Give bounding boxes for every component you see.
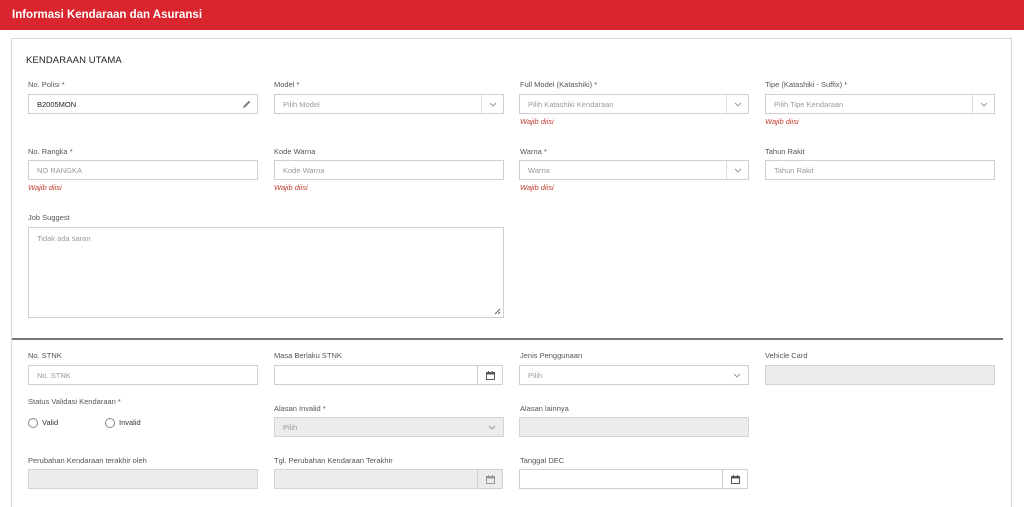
vehicle-card-label: Vehicle Card bbox=[765, 351, 808, 360]
tipe-label: Tipe (Katashiki - Suffix) * bbox=[765, 80, 848, 89]
chevron-down-icon bbox=[734, 102, 742, 107]
page-header: Informasi Kendaraan dan Asuransi bbox=[0, 0, 1024, 30]
no-rangka-label: No. Rangka * bbox=[28, 147, 73, 156]
full-model-placeholder: Pilih Katashiki Kendaraan bbox=[528, 100, 614, 109]
perubahan-oleh-label: Perubahan Kendaraan terakhir oleh bbox=[28, 456, 147, 465]
full-model-label: Full Model (Katashiki) * bbox=[520, 80, 598, 89]
full-model-hint: Wajib diisi bbox=[520, 117, 554, 126]
radio-invalid[interactable] bbox=[105, 418, 115, 428]
tipe-select[interactable]: Pilih Tipe Kendaraan bbox=[765, 94, 995, 114]
alasan-lainnya-field bbox=[519, 417, 749, 437]
kode-warna-input[interactable]: Kode Warna bbox=[274, 160, 504, 180]
alasan-lainnya-label: Alasan lainnya bbox=[520, 404, 569, 413]
tanggal-dec-calendar-button[interactable] bbox=[722, 469, 748, 489]
chevron-down-icon bbox=[489, 102, 497, 107]
calendar-icon bbox=[731, 475, 740, 484]
alasan-invalid-select: Pilih bbox=[274, 417, 504, 437]
no-rangka-input[interactable]: NO RANGKA bbox=[28, 160, 258, 180]
radio-invalid-label[interactable]: Invalid bbox=[119, 418, 141, 427]
alasan-invalid-placeholder: Pilih bbox=[283, 423, 298, 432]
section-divider bbox=[12, 338, 1003, 340]
full-model-select[interactable]: Pilih Katashiki Kendaraan bbox=[519, 94, 749, 114]
job-suggest-textarea[interactable]: Tidak ada saran bbox=[28, 227, 504, 318]
tahun-rakit-placeholder: Tahun Rakit bbox=[774, 166, 814, 175]
chevron-down-icon bbox=[488, 425, 496, 430]
no-stnk-placeholder: No. STNK bbox=[37, 371, 71, 380]
radio-valid-label[interactable]: Valid bbox=[42, 418, 58, 427]
jenis-penggunaan-dropdown-toggle[interactable] bbox=[726, 366, 748, 384]
chevron-down-icon bbox=[734, 168, 742, 173]
pencil-icon[interactable] bbox=[242, 99, 252, 109]
warna-label: Warna * bbox=[520, 147, 547, 156]
status-validasi-label: Status Validasi Kendaraan * bbox=[28, 397, 121, 406]
model-placeholder: Pilih Model bbox=[283, 100, 320, 109]
vehicle-card-field bbox=[765, 365, 995, 385]
jenis-penggunaan-placeholder: Pilih bbox=[528, 371, 543, 380]
tahun-rakit-input[interactable]: Tahun Rakit bbox=[765, 160, 995, 180]
warna-dropdown-toggle[interactable] bbox=[726, 161, 748, 179]
tahun-rakit-label: Tahun Rakit bbox=[765, 147, 805, 156]
job-suggest-placeholder: Tidak ada saran bbox=[37, 234, 91, 243]
no-polisi-label: No. Polisi * bbox=[28, 80, 65, 89]
kode-warna-label: Kode Warna bbox=[274, 147, 316, 156]
radio-valid[interactable] bbox=[28, 418, 38, 428]
jenis-penggunaan-select[interactable]: Pilih bbox=[519, 365, 749, 385]
chevron-down-icon bbox=[733, 373, 741, 378]
tipe-hint: Wajib diisi bbox=[765, 117, 799, 126]
chevron-down-icon bbox=[980, 102, 988, 107]
warna-hint: Wajib diisi bbox=[520, 183, 554, 192]
calendar-icon bbox=[486, 371, 495, 380]
tipe-placeholder: Pilih Tipe Kendaraan bbox=[774, 100, 844, 109]
no-rangka-hint: Wajib diisi bbox=[28, 183, 62, 192]
tipe-dropdown-toggle[interactable] bbox=[972, 95, 994, 113]
masa-berlaku-calendar-button[interactable] bbox=[477, 365, 503, 385]
model-label: Model * bbox=[274, 80, 300, 89]
tanggal-dec-label: Tanggal DEC bbox=[520, 456, 565, 465]
jenis-penggunaan-label: Jenis Penggunaan bbox=[520, 351, 583, 360]
perubahan-oleh-field bbox=[28, 469, 258, 489]
tgl-perubahan-field bbox=[274, 469, 478, 489]
alasan-invalid-label: Alasan Invalid * bbox=[274, 404, 326, 413]
warna-select[interactable]: Warna bbox=[519, 160, 749, 180]
kode-warna-placeholder: Kode Warna bbox=[283, 166, 325, 175]
no-rangka-placeholder: NO RANGKA bbox=[37, 166, 83, 175]
page-title: Informasi Kendaraan dan Asuransi bbox=[12, 9, 203, 21]
calendar-icon bbox=[486, 475, 495, 484]
masa-berlaku-label: Masa Berlaku STNK bbox=[274, 351, 342, 360]
job-suggest-label: Job Suggest bbox=[28, 213, 70, 222]
kode-warna-hint: Wajib diisi bbox=[274, 183, 308, 192]
model-select[interactable]: Pilih Model bbox=[274, 94, 504, 114]
tgl-perubahan-label: Tgl. Perubahan Kendaraan Terakhir bbox=[274, 456, 393, 465]
no-polisi-value: B2005MON bbox=[37, 100, 77, 109]
alasan-invalid-dropdown-toggle bbox=[481, 418, 503, 436]
no-stnk-input[interactable]: No. STNK bbox=[28, 365, 258, 385]
resize-handle-icon[interactable] bbox=[494, 308, 501, 315]
section-title: KENDARAAN UTAMA bbox=[26, 55, 122, 66]
model-dropdown-toggle[interactable] bbox=[481, 95, 503, 113]
warna-placeholder: Warna bbox=[528, 166, 550, 175]
masa-berlaku-input[interactable] bbox=[274, 365, 478, 385]
no-polisi-field[interactable]: B2005MON bbox=[28, 94, 258, 114]
tgl-perubahan-calendar-button bbox=[477, 469, 503, 489]
full-model-dropdown-toggle[interactable] bbox=[726, 95, 748, 113]
no-stnk-label: No. STNK bbox=[28, 351, 62, 360]
tanggal-dec-input[interactable] bbox=[519, 469, 723, 489]
